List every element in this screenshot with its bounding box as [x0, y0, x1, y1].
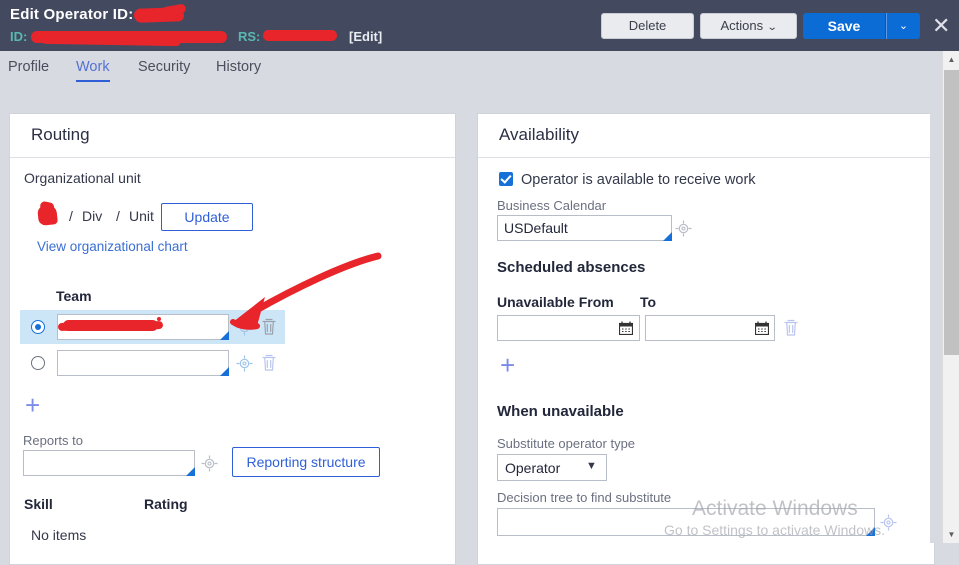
- breadcrumb-div[interactable]: Div: [82, 208, 102, 224]
- team-row-radio[interactable]: [31, 356, 45, 370]
- no-items-text: No items: [31, 527, 87, 543]
- view-organizational-chart-link[interactable]: View organizational chart: [37, 239, 188, 254]
- chevron-down-icon: ⌄: [766, 22, 778, 33]
- delete-team-icon[interactable]: [261, 318, 277, 336]
- operator-available-label: Operator is available to receive work: [521, 172, 756, 188]
- chevron-down-icon: ⌄: [898, 20, 909, 32]
- availability-card-title: Availability: [499, 125, 580, 144]
- breadcrumb-unit[interactable]: Unit: [129, 208, 154, 224]
- actions-button[interactable]: Actions ⌄: [700, 13, 797, 39]
- close-button[interactable]: ✕: [926, 13, 952, 39]
- id-label-text: ID:: [10, 29, 28, 44]
- tab-work[interactable]: Work: [76, 59, 110, 82]
- calendar-icon[interactable]: [619, 321, 633, 335]
- calendar-icon[interactable]: [755, 321, 769, 335]
- rs-label: RS:: [238, 29, 261, 44]
- redaction-rs-value: [263, 30, 337, 41]
- team-column-header: Team: [56, 288, 92, 304]
- reports-to-input[interactable]: [23, 450, 195, 476]
- divider: [478, 157, 934, 158]
- scroll-up-icon[interactable]: ▲: [943, 51, 959, 68]
- save-dropdown-button[interactable]: ⌄: [886, 13, 920, 39]
- scroll-down-icon[interactable]: ▼: [943, 526, 959, 543]
- update-button[interactable]: Update: [161, 203, 253, 231]
- reports-to-label: Reports to: [23, 433, 83, 448]
- tab-security[interactable]: Security: [138, 59, 190, 82]
- breadcrumb-separator-2: /: [116, 208, 120, 224]
- operator-available-checkbox[interactable]: [499, 172, 513, 186]
- routing-card-title: Routing: [31, 125, 90, 144]
- page-title: Edit Operator ID:: [10, 6, 134, 23]
- decision-tree-input[interactable]: [497, 508, 875, 536]
- crosshair-icon[interactable]: [201, 455, 218, 472]
- edit-link[interactable]: [Edit]: [349, 29, 382, 44]
- substitute-operator-type-select[interactable]: Operator: [497, 454, 607, 481]
- add-team-button[interactable]: +: [25, 392, 40, 418]
- crosshair-icon[interactable]: [675, 220, 692, 237]
- business-calendar-input[interactable]: [497, 215, 672, 241]
- tab-history[interactable]: History: [216, 59, 261, 82]
- team-input[interactable]: [57, 350, 229, 376]
- rating-column-header: Rating: [144, 496, 188, 512]
- redaction-org-root: [37, 204, 58, 226]
- delete-absence-icon[interactable]: [783, 319, 799, 337]
- redaction-operator-id: [133, 7, 185, 23]
- when-unavailable-heading: When unavailable: [497, 403, 624, 420]
- delete-team-icon[interactable]: [261, 354, 277, 372]
- add-absence-button[interactable]: +: [500, 352, 515, 378]
- substitute-operator-type-label: Substitute operator type: [497, 436, 636, 451]
- reporting-structure-button[interactable]: Reporting structure: [232, 447, 380, 477]
- crosshair-icon[interactable]: [236, 319, 253, 336]
- crosshair-icon[interactable]: [236, 355, 253, 372]
- team-row-radio[interactable]: [31, 320, 45, 334]
- tab-profile[interactable]: Profile: [8, 59, 49, 82]
- actions-button-label: Actions: [720, 18, 764, 33]
- scroll-gutter: [930, 51, 942, 543]
- delete-button[interactable]: Delete: [601, 13, 694, 39]
- redaction-id-value: [31, 31, 227, 43]
- decision-tree-label: Decision tree to find substitute: [497, 490, 672, 505]
- scrollbar-thumb[interactable]: [944, 70, 959, 355]
- tab-bar: Profile Work Security History: [0, 51, 947, 88]
- organizational-unit-label: Organizational unit: [24, 170, 141, 186]
- unavailable-from-header: Unavailable From: [497, 294, 614, 310]
- window-header: Edit Operator ID: ID: RS: [Edit] Delete …: [0, 0, 959, 51]
- save-button[interactable]: Save: [803, 13, 885, 39]
- vertical-scrollbar[interactable]: ▲ ▼: [942, 51, 959, 543]
- operator-id-label: ID:: [10, 29, 27, 44]
- close-icon: ✕: [932, 13, 951, 38]
- crosshair-icon[interactable]: [880, 514, 897, 531]
- redaction-team-value: [63, 320, 158, 331]
- breadcrumb-separator-1: /: [69, 208, 73, 224]
- redaction-team-dot: [157, 317, 161, 321]
- skill-column-header: Skill: [24, 496, 53, 512]
- business-calendar-label: Business Calendar: [497, 198, 607, 213]
- to-header: To: [640, 294, 657, 310]
- divider: [10, 157, 455, 158]
- scheduled-absences-heading: Scheduled absences: [497, 259, 646, 276]
